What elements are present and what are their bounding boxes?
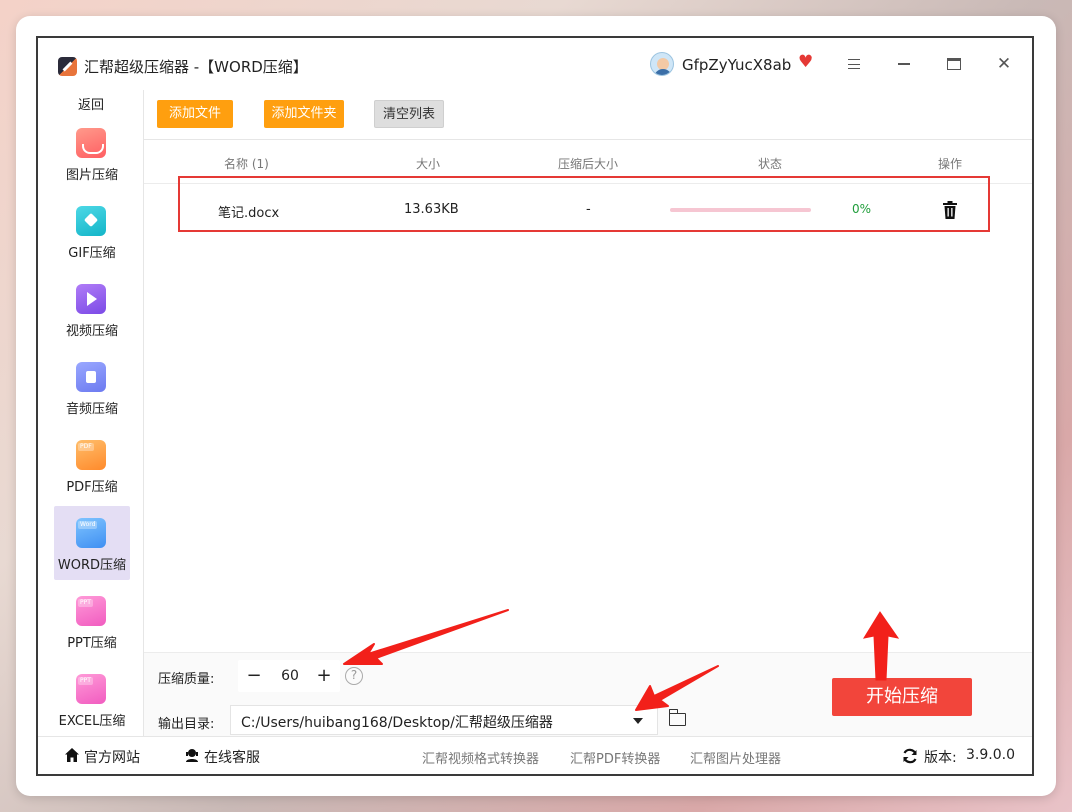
support-icon xyxy=(186,749,198,762)
sidebar-item-word[interactable]: Word WORD压缩 xyxy=(54,506,130,580)
image-icon xyxy=(76,128,106,158)
close-button[interactable]: ✕ xyxy=(990,50,1018,78)
column-header-status: 状态 xyxy=(758,157,783,171)
output-dir-label: 输出目录: xyxy=(158,717,215,732)
version-label: 版本: xyxy=(924,750,957,766)
hamburger-icon xyxy=(848,59,860,69)
sidebar-item-label: GIF压缩 xyxy=(68,246,116,261)
column-header-compressed-size: 压缩后大小 xyxy=(558,157,619,171)
footer-link-image-processor[interactable]: 汇帮图片处理器 xyxy=(690,748,781,767)
minimize-icon xyxy=(898,63,910,65)
trash-icon[interactable] xyxy=(942,201,958,219)
sidebar-item-gif[interactable]: GIF压缩 xyxy=(54,194,130,268)
user-avatar[interactable] xyxy=(650,52,674,76)
decrease-quality-button[interactable]: − xyxy=(242,664,266,688)
output-dir-select[interactable]: C:/Users/huibang168/Desktop/汇帮超级压缩器 xyxy=(230,705,658,735)
pdf-tag: PDF xyxy=(78,443,94,451)
sidebar-item-audio[interactable]: 音频压缩 xyxy=(54,350,130,424)
ppt-tag: PPT xyxy=(78,599,93,607)
pdf-icon: PDF xyxy=(76,440,106,470)
file-size: 13.63KB xyxy=(404,202,459,217)
app-logo-icon xyxy=(58,57,77,76)
add-folder-button[interactable]: 添加文件夹 xyxy=(264,100,344,128)
ppt-icon: PPT xyxy=(76,596,106,626)
sidebar-item-ppt[interactable]: PPT PPT压缩 xyxy=(54,584,130,658)
add-file-button[interactable]: 添加文件 xyxy=(157,100,233,128)
status-percent: 0% xyxy=(852,202,872,216)
sidebar-item-label: 图片压缩 xyxy=(65,168,118,183)
close-icon: ✕ xyxy=(996,54,1012,74)
footer: 官方网站 在线客服 汇帮视频格式转换器 汇帮PDF转换器 汇帮图片处理器 版本:… xyxy=(38,736,1032,774)
start-compress-button[interactable]: 开始压缩 xyxy=(832,678,972,716)
chevron-down-icon xyxy=(633,718,643,724)
sidebar-item-image[interactable]: 图片压缩 xyxy=(54,116,130,190)
quality-label: 压缩质量: xyxy=(158,672,215,687)
sidebar-item-pdf[interactable]: PDF PDF压缩 xyxy=(54,428,130,502)
sidebar: 返回 图片压缩 GIF压缩 视频压缩 音频压缩 PDF PDF压缩 Word W… xyxy=(38,90,144,736)
official-website-link[interactable]: 官方网站 xyxy=(84,747,140,767)
audio-icon xyxy=(76,362,106,392)
output-dir-path: C:/Users/huibang168/Desktop/汇帮超级压缩器 xyxy=(241,715,553,731)
sidebar-item-label: 视频压缩 xyxy=(65,324,118,339)
sidebar-item-label: WORD压缩 xyxy=(57,558,127,573)
app-window: 汇帮超级压缩器 -【WORD压缩】 GfpZyYucX8ab ♥ ✕ 返回 图片… xyxy=(36,36,1034,776)
online-support-link[interactable]: 在线客服 xyxy=(204,747,260,767)
open-folder-icon[interactable] xyxy=(668,709,686,726)
footer-link-pdf-converter[interactable]: 汇帮PDF转换器 xyxy=(570,748,660,767)
vip-diamond-icon[interactable]: ♥ xyxy=(798,54,813,71)
sidebar-item-label: PPT压缩 xyxy=(67,636,117,651)
sidebar-item-label: 音频压缩 xyxy=(65,402,118,417)
column-header-name: 名称 (1) xyxy=(224,157,269,171)
column-header-actions: 操作 xyxy=(938,157,963,171)
gif-icon xyxy=(76,206,106,236)
app-title: 汇帮超级压缩器 -【WORD压缩】 xyxy=(84,58,308,76)
clear-list-button[interactable]: 清空列表 xyxy=(374,100,444,128)
progress-bar xyxy=(670,208,811,212)
title-bar: 汇帮超级压缩器 -【WORD压缩】 GfpZyYucX8ab ♥ ✕ xyxy=(38,38,1032,90)
home-icon xyxy=(65,748,79,762)
footer-link-video-converter[interactable]: 汇帮视频格式转换器 xyxy=(422,748,539,767)
video-icon xyxy=(76,284,106,314)
sidebar-item-label: PDF压缩 xyxy=(66,480,118,495)
sidebar-item-label: EXCEL压缩 xyxy=(58,714,126,729)
version-number: 3.9.0.0 xyxy=(966,747,1015,763)
file-name: 笔记.docx xyxy=(218,206,280,221)
word-icon: Word xyxy=(76,518,106,548)
sidebar-item-video[interactable]: 视频压缩 xyxy=(54,272,130,346)
quality-stepper[interactable]: − 60 + xyxy=(238,660,340,692)
toolbar: 添加文件 添加文件夹 清空列表 xyxy=(144,90,1032,140)
word-tag: Word xyxy=(78,521,98,529)
maximize-button[interactable] xyxy=(940,50,968,78)
refresh-icon[interactable] xyxy=(902,748,918,764)
excel-tag: PPT xyxy=(78,677,93,685)
maximize-icon xyxy=(947,58,961,70)
column-header-size: 大小 xyxy=(416,157,441,171)
help-icon[interactable]: ? xyxy=(345,667,363,685)
minimize-button[interactable] xyxy=(890,50,918,78)
compressed-size: - xyxy=(586,202,591,217)
excel-icon: PPT xyxy=(76,674,106,704)
increase-quality-button[interactable]: + xyxy=(312,664,336,688)
menu-button[interactable] xyxy=(840,50,868,78)
back-link[interactable]: 返回 xyxy=(38,94,144,113)
quality-value[interactable]: 60 xyxy=(272,668,308,684)
username[interactable]: GfpZyYucX8ab xyxy=(682,56,791,74)
sidebar-item-excel[interactable]: PPT EXCEL压缩 xyxy=(54,662,130,736)
